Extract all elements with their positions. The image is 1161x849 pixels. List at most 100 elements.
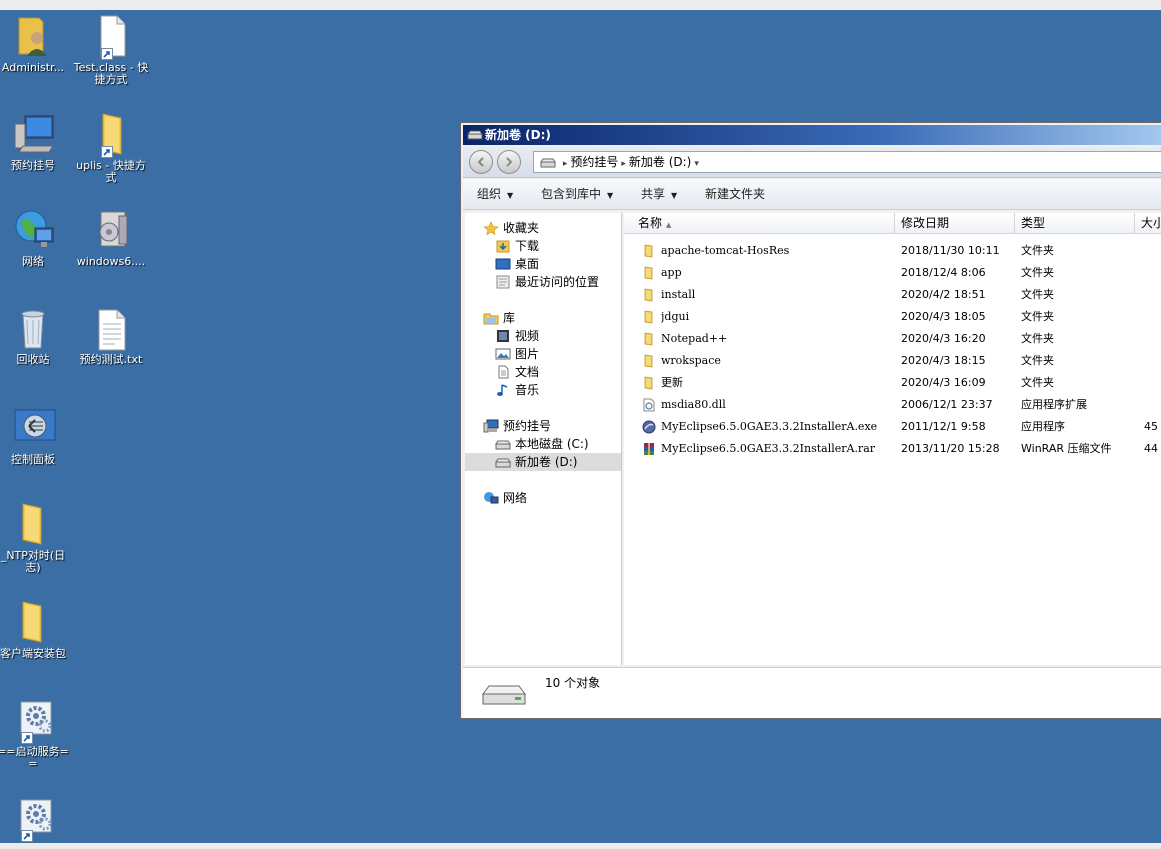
- star-icon: [483, 220, 499, 235]
- desktop-icon-uplis[interactable]: uplis - 快捷方式: [72, 110, 150, 184]
- music-note-icon: [495, 383, 511, 397]
- desktop-icon-start-service[interactable]: ==启动服务==: [0, 696, 72, 770]
- file-row[interactable]: install 2020/4/2 18:51 文件夹: [624, 284, 1161, 306]
- chevron-right-icon[interactable]: ▸: [621, 159, 626, 169]
- file-name: apache-tomcat-HosRes: [661, 244, 790, 257]
- file-type: 文件夹: [1021, 288, 1054, 301]
- drive-icon: [467, 126, 483, 146]
- include-library-button[interactable]: 包含到库中 ▼: [527, 179, 623, 211]
- file-type: 文件夹: [1021, 266, 1054, 279]
- dll-icon: [642, 398, 656, 412]
- file-modified: 2006/12/1 23:37: [901, 398, 993, 411]
- breadcrumb-computer[interactable]: 预约挂号: [570, 155, 618, 169]
- nav-item-new-volume[interactable]: 新加卷 (D:): [465, 453, 621, 471]
- navigation-pane: 收藏夹 下载 桌面 最近访问的位置 库 视频 图片 文档 音乐 预约挂号 本地磁…: [465, 213, 622, 665]
- desktop-icon-label: 客户端安装包: [0, 647, 66, 660]
- video-icon: [495, 329, 511, 343]
- folder-icon: [642, 376, 656, 390]
- nav-item-pictures[interactable]: 图片: [495, 345, 539, 363]
- file-row[interactable]: app 2018/12/4 8:06 文件夹: [624, 262, 1161, 284]
- column-header-size[interactable]: 大小: [1135, 213, 1161, 233]
- chevron-down-icon: ▼: [607, 191, 614, 200]
- share-button[interactable]: 共享 ▼: [627, 179, 687, 211]
- nav-item-documents[interactable]: 文档: [495, 363, 539, 381]
- desktop-icon-label: uplis - 快捷方式: [76, 159, 146, 184]
- column-header-modified[interactable]: 修改日期: [895, 213, 1015, 233]
- desktop-icon-ntp-log[interactable]: _NTP对时(日志): [0, 500, 72, 574]
- folder-icon: [642, 310, 656, 324]
- desktop-icon-control-panel[interactable]: 控制面板: [0, 404, 72, 466]
- file-size: [1144, 284, 1161, 306]
- picture-icon: [495, 347, 511, 361]
- nav-item-libraries[interactable]: 库: [483, 309, 515, 327]
- top-strip: [0, 0, 1161, 10]
- file-size: 45: [1144, 420, 1158, 433]
- file-name: app: [661, 266, 682, 279]
- file-row[interactable]: apache-tomcat-HosRes 2018/11/30 10:11 文件夹: [624, 240, 1161, 262]
- nav-item-recent[interactable]: 最近访问的位置: [495, 273, 599, 291]
- desktop-icon-administrator[interactable]: Administr...: [0, 12, 72, 74]
- folder-icon: [642, 266, 656, 280]
- file-row[interactable]: 更新 2020/4/3 16:09 文件夹: [624, 372, 1161, 394]
- desktop-icon-test-class[interactable]: Test.class - 快捷方式: [72, 12, 150, 86]
- desktop-icon-recycle-bin[interactable]: 回收站: [0, 304, 72, 366]
- window-titlebar[interactable]: 新加卷 (D:): [463, 125, 1161, 145]
- file-size: [1144, 262, 1161, 284]
- nav-item-favorites[interactable]: 收藏夹: [483, 219, 539, 237]
- file-row[interactable]: jdgui 2020/4/3 18:05 文件夹: [624, 306, 1161, 328]
- drive-icon: [495, 437, 511, 451]
- desktop-icon-label: 预约挂号: [11, 159, 55, 172]
- gear-shortcut-icon: [9, 696, 57, 744]
- nav-item-music[interactable]: 音乐: [495, 381, 539, 399]
- file-modified: 2020/4/3 18:05: [901, 310, 986, 323]
- nav-item-desktop[interactable]: 桌面: [495, 255, 539, 273]
- desktop-icon-computer[interactable]: 预约挂号: [0, 110, 72, 172]
- column-header-name[interactable]: 名称 ▲: [624, 213, 895, 233]
- file-shortcut-icon: [87, 12, 135, 60]
- file-type: 文件夹: [1021, 354, 1054, 367]
- back-button[interactable]: [469, 150, 493, 174]
- desktop-icon-client-package[interactable]: 客户端安装包: [0, 598, 72, 660]
- organize-button[interactable]: 组织 ▼: [463, 179, 523, 211]
- breadcrumb-volume[interactable]: 新加卷 (D:): [629, 155, 691, 169]
- chevron-down-icon: ▼: [507, 191, 514, 200]
- desktop-icon-service-2[interactable]: [0, 794, 72, 844]
- file-row[interactable]: MyEclipse6.5.0GAE3.3.2InstallerA.rar 2013…: [624, 438, 1161, 460]
- rar-icon: [642, 442, 656, 456]
- desktop-icon-text-file[interactable]: 预约测试.txt: [72, 304, 150, 366]
- file-row[interactable]: msdia80.dll 2006/12/1 23:37 应用程序扩展: [624, 394, 1161, 416]
- file-name: MyEclipse6.5.0GAE3.3.2InstallerA.rar: [661, 442, 876, 455]
- nav-item-computer[interactable]: 预约挂号: [483, 417, 551, 435]
- address-bar[interactable]: ▸ 预约挂号 ▸ 新加卷 (D:) ▾: [533, 151, 1161, 173]
- desktop-icon-network[interactable]: 网络: [0, 206, 72, 268]
- recycle-bin-icon: [9, 304, 57, 352]
- nav-item-local-disk[interactable]: 本地磁盘 (C:): [495, 435, 589, 453]
- file-type: 文件夹: [1021, 244, 1054, 257]
- nav-item-videos[interactable]: 视频: [495, 327, 539, 345]
- file-type: 文件夹: [1021, 376, 1054, 389]
- file-row[interactable]: wrokspace 2020/4/3 18:15 文件夹: [624, 350, 1161, 372]
- nav-item-network[interactable]: 网络: [483, 489, 527, 507]
- library-icon: [483, 311, 499, 325]
- explorer-window[interactable]: 新加卷 (D:) ▸ 预约挂号 ▸ 新加卷 (D:) ▾ 组织 ▼ 包含到库中 ▼ 共享 ▼ …: [460, 122, 1161, 719]
- nav-item-downloads[interactable]: 下载: [495, 237, 539, 255]
- file-row[interactable]: Notepad++ 2020/4/3 16:20 文件夹: [624, 328, 1161, 350]
- desktop-icon-windows6[interactable]: windows6....: [72, 206, 150, 268]
- chevron-down-icon[interactable]: ▾: [694, 159, 699, 169]
- file-type: WinRAR 压缩文件: [1021, 442, 1112, 455]
- chevron-right-icon[interactable]: ▸: [563, 159, 568, 169]
- forward-button[interactable]: [497, 150, 521, 174]
- admin-folder-icon: [9, 12, 57, 60]
- new-folder-button[interactable]: 新建文件夹: [691, 179, 775, 209]
- file-size: [1144, 328, 1161, 350]
- computer-icon: [9, 110, 57, 158]
- desktop-icon-label: 控制面板: [11, 453, 55, 466]
- file-name: 更新: [661, 376, 683, 389]
- file-name: wrokspace: [661, 354, 721, 367]
- file-row[interactable]: MyEclipse6.5.0GAE3.3.2InstallerA.exe 2011…: [624, 416, 1161, 438]
- document-icon: [495, 365, 511, 379]
- column-header-type[interactable]: 类型: [1015, 213, 1135, 233]
- file-type: 文件夹: [1021, 310, 1054, 323]
- file-type: 文件夹: [1021, 332, 1054, 345]
- status-item-count: 10 个对象: [545, 676, 601, 690]
